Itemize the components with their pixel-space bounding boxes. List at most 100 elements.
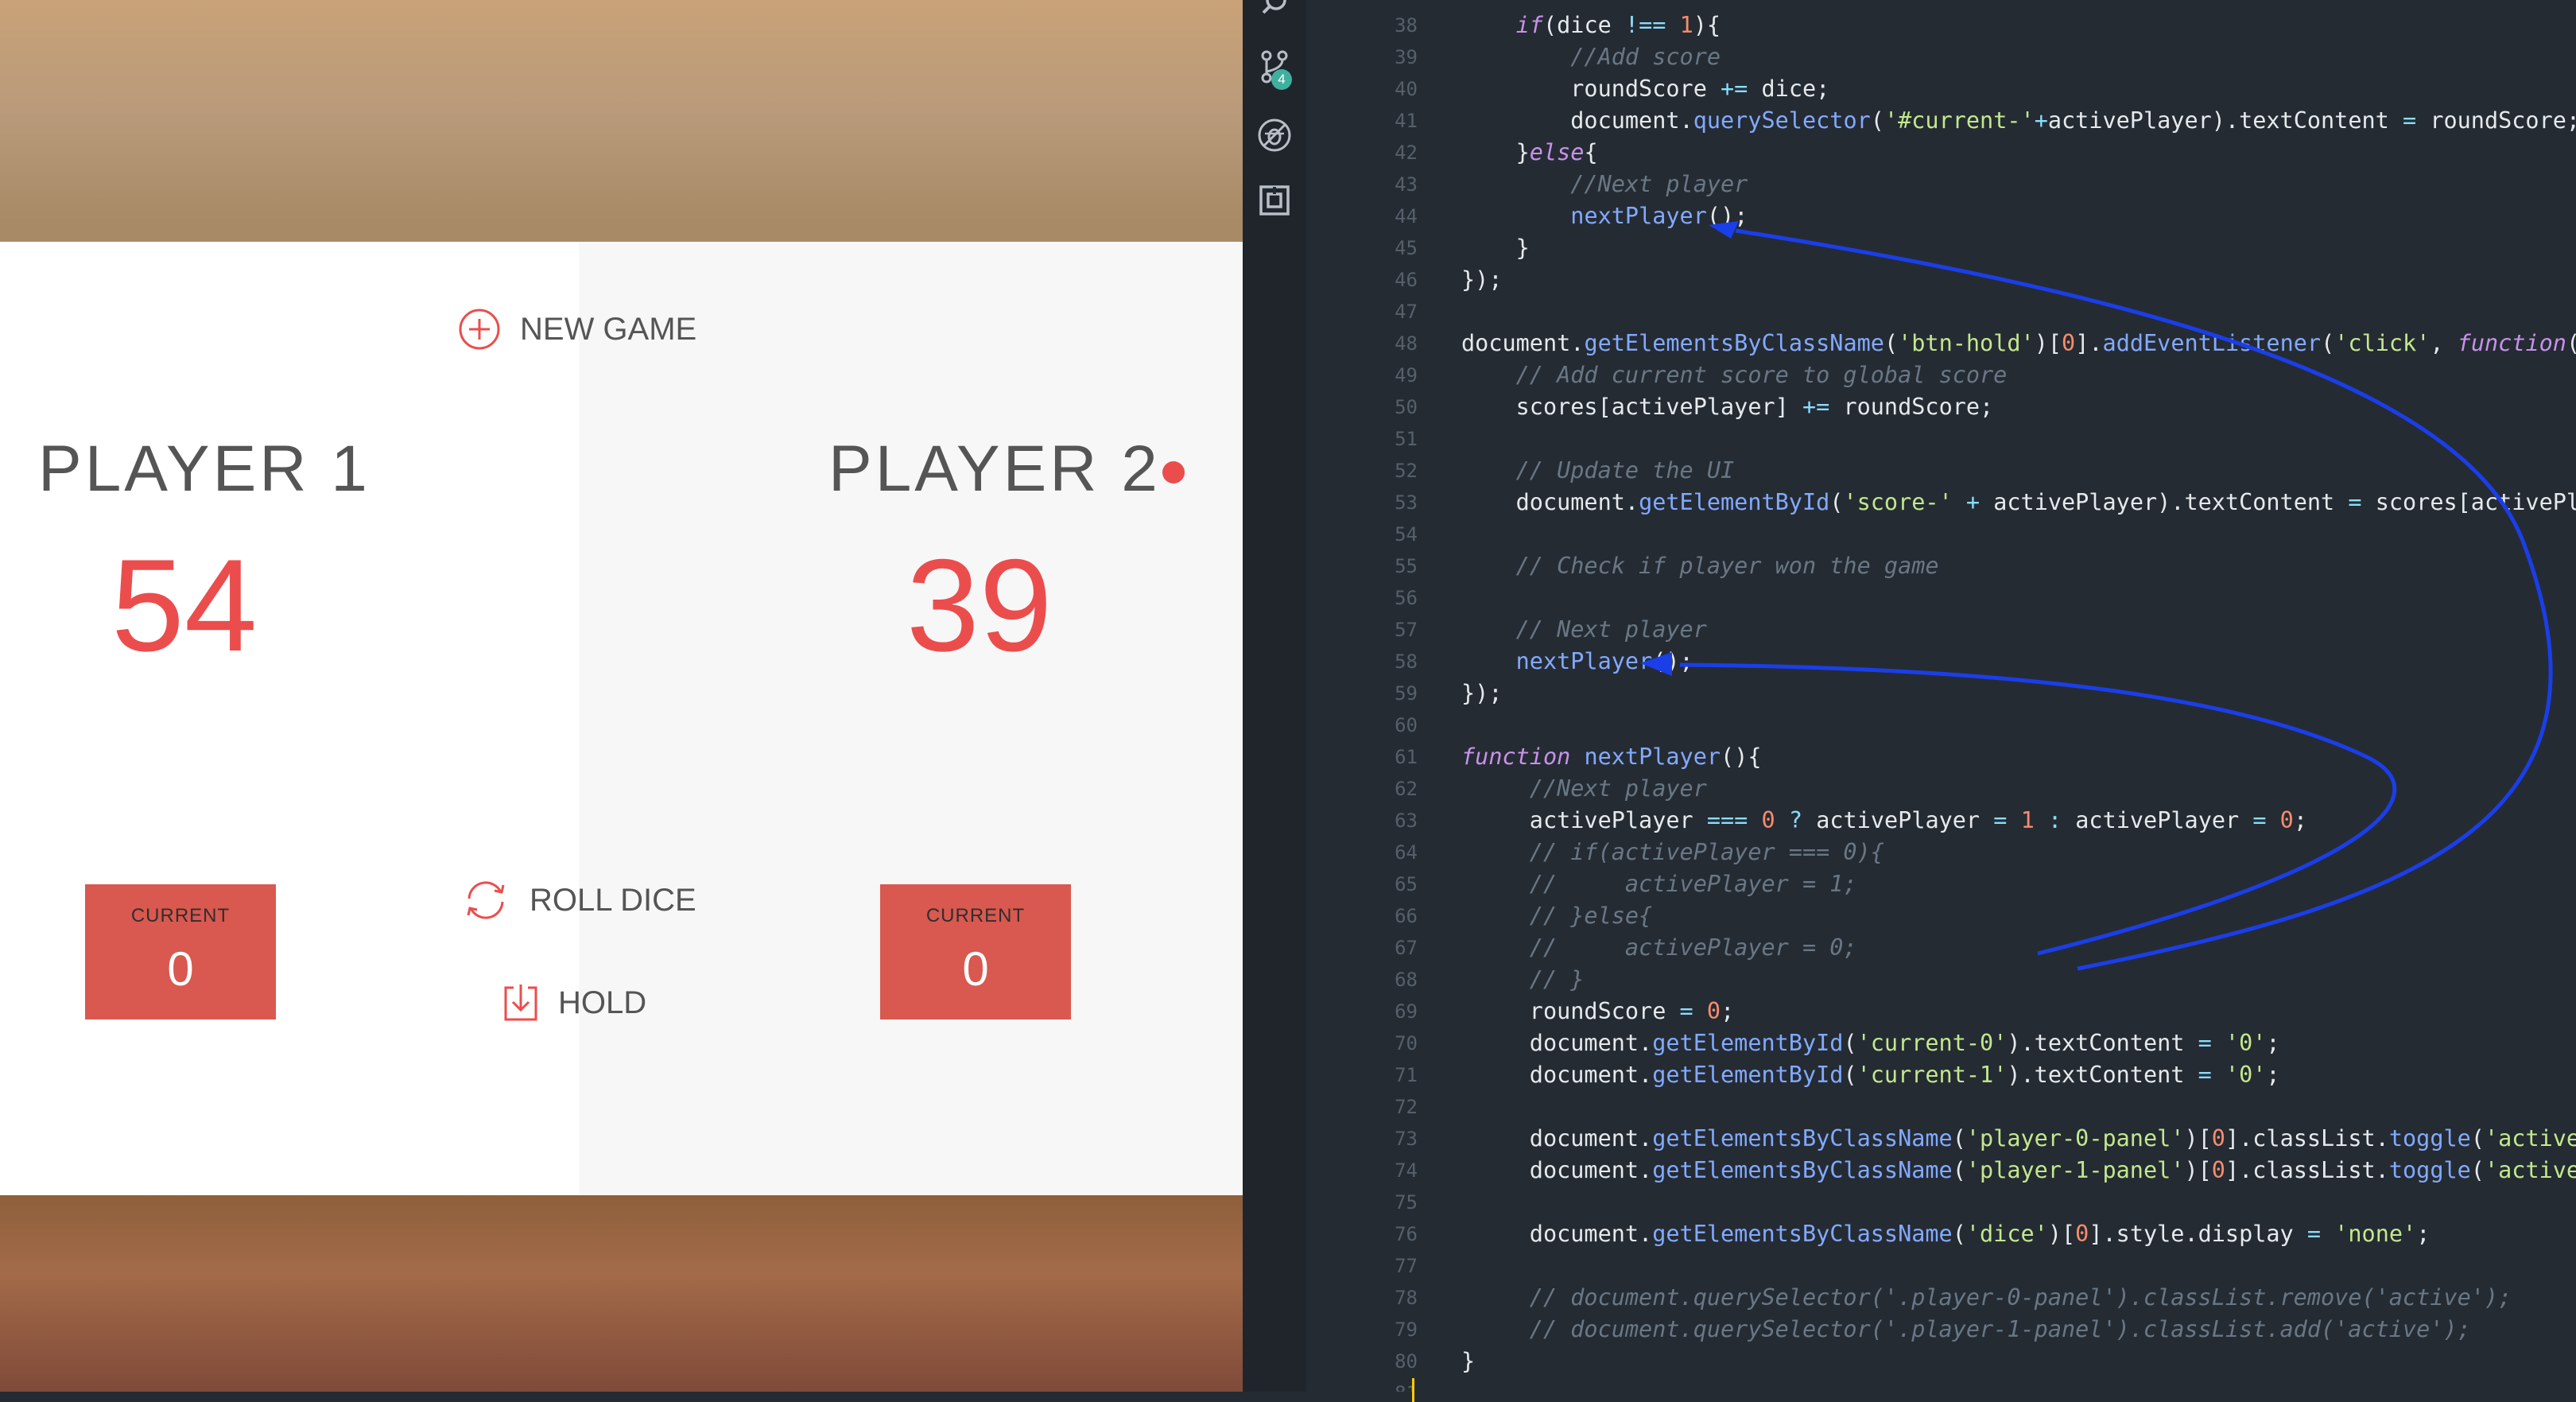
code-editor: 4 38 if(dice !== 1){39 //Add score 40 rou… [1243, 0, 2576, 1402]
player-2-current-label: CURRENT [925, 905, 1026, 926]
code-line[interactable]: 75 [1306, 1186, 2576, 1218]
code-line[interactable]: 51 [1306, 423, 2576, 455]
code-line[interactable]: 66 // }else{ [1306, 900, 2576, 932]
code-line[interactable]: 68 // } [1306, 964, 2576, 996]
code-text: document.getElementsByClassName('btn-hol… [1461, 330, 2576, 356]
line-number: 66 [1395, 905, 1418, 927]
line-number: 67 [1395, 937, 1418, 959]
hold-label: HOLD [558, 985, 647, 1020]
line-number: 43 [1395, 173, 1418, 196]
line-number: 51 [1395, 428, 1418, 450]
code-text: activePlayer === 0 ? activePlayer = 1 : … [1461, 807, 2308, 833]
code-line[interactable]: 78 // document.querySelector('.player-0-… [1306, 1282, 2576, 1314]
line-number: 45 [1395, 237, 1418, 259]
code-text: scores[activePlayer] += roundScore; [1461, 394, 1994, 420]
code-line[interactable]: 40 roundScore += dice; [1306, 73, 2576, 105]
player-1-current-score: 0 [167, 942, 194, 996]
code-line[interactable]: 79 // document.querySelector('.player-1-… [1306, 1314, 2576, 1346]
code-line[interactable]: 71 document.getElementById('current-1').… [1306, 1059, 2576, 1091]
line-number: 54 [1395, 523, 1418, 546]
player-2-panel-background [579, 242, 1243, 1195]
code-line[interactable]: 39 //Add score [1306, 41, 2576, 73]
code-line[interactable]: 61 function nextPlayer(){ [1306, 741, 2576, 773]
line-number: 46 [1395, 269, 1418, 291]
code-line[interactable]: 58 nextPlayer(); [1306, 646, 2576, 678]
code-line[interactable]: 42 }else{ [1306, 137, 2576, 169]
line-number: 59 [1395, 682, 1418, 705]
line-number: 73 [1395, 1128, 1418, 1150]
refresh-icon [467, 881, 505, 919]
debug-icon[interactable] [1257, 118, 1292, 153]
hold-button[interactable]: HOLD [502, 983, 646, 1023]
code-line[interactable]: 81 [1306, 1377, 2576, 1392]
code-line[interactable]: 62 //Next player [1306, 773, 2576, 805]
code-text: // document.querySelector('.player-1-pan… [1461, 1316, 2471, 1342]
code-line[interactable]: 67 // activePlayer = 0; [1306, 932, 2576, 964]
line-number: 47 [1395, 301, 1418, 323]
code-text: }); [1461, 680, 1503, 706]
game-window: NEW GAME PLAYER 1 54 PLAYER 2 39 CURRENT… [0, 0, 1243, 1392]
line-number: 80 [1395, 1350, 1418, 1373]
code-line[interactable]: 50 scores[activePlayer] += roundScore; [1306, 391, 2576, 423]
code-text: nextPlayer(); [1570, 203, 1748, 229]
line-number: 78 [1395, 1287, 1418, 1309]
code-line[interactable]: 43 //Next player [1306, 169, 2576, 200]
code-line[interactable]: 73 document.getElementsByClassName('play… [1306, 1123, 2576, 1155]
roll-dice-button[interactable]: ROLL DICE [461, 878, 696, 922]
download-icon [504, 985, 537, 1021]
code-text: function nextPlayer(){ [1461, 744, 1762, 770]
line-number: 72 [1395, 1096, 1418, 1118]
code-line[interactable]: 41 document.querySelector('#current-'+ac… [1306, 105, 2576, 137]
line-number: 38 [1395, 14, 1418, 37]
line-number: 71 [1395, 1064, 1418, 1086]
code-line[interactable]: 52 // Update the UI [1306, 455, 2576, 487]
code-text: roundScore += dice; [1461, 76, 1830, 102]
code-text: document.querySelector('#current-'+activ… [1461, 107, 2576, 134]
line-number: 41 [1395, 110, 1418, 132]
new-game-button[interactable]: NEW GAME [458, 308, 696, 351]
code-line[interactable]: 56 [1306, 582, 2576, 614]
code-line[interactable]: 47 [1306, 296, 2576, 328]
line-number: 65 [1395, 873, 1418, 895]
code-line[interactable]: 49 // Add current score to global score [1306, 359, 2576, 391]
code-line[interactable]: 77 [1306, 1250, 2576, 1282]
line-number: 49 [1395, 364, 1418, 386]
code-line[interactable]: 74 document.getElementsByClassName('play… [1306, 1155, 2576, 1186]
extensions-icon[interactable] [1257, 183, 1292, 218]
code-line[interactable]: 55 // Check if player won the game [1306, 550, 2576, 582]
line-number: 42 [1395, 142, 1418, 164]
code-line[interactable]: 80} [1306, 1346, 2576, 1377]
code-line[interactable]: 38 if(dice !== 1){ [1306, 10, 2576, 41]
code-line[interactable]: 45 } [1306, 232, 2576, 264]
code-line[interactable]: 72 [1306, 1091, 2576, 1123]
code-line[interactable]: 48 document.getElementsByClassName('btn-h… [1306, 328, 2576, 359]
code-line[interactable]: 57 // Next player [1306, 614, 2576, 646]
line-number: 64 [1395, 841, 1418, 864]
code-line[interactable]: 76 document.getElementsByClassName('dice… [1306, 1218, 2576, 1250]
code-line[interactable]: 59}); [1306, 678, 2576, 709]
line-number: 52 [1395, 460, 1418, 482]
code-line[interactable]: 54 [1306, 518, 2576, 550]
code-text: //Next player [1461, 775, 1707, 802]
code-area[interactable]: 38 if(dice !== 1){39 //Add score 40 round… [1306, 0, 2576, 1392]
plus-circle-icon [459, 309, 500, 350]
line-number: 55 [1395, 555, 1418, 577]
code-text: // Update the UI [1461, 457, 1735, 484]
player-1-name: PLAYER 1 [38, 433, 370, 505]
code-line[interactable]: 60 [1306, 709, 2576, 741]
code-line[interactable]: 70 document.getElementById('current-0').… [1306, 1027, 2576, 1059]
game-panel: NEW GAME PLAYER 1 54 PLAYER 2 39 CURRENT… [0, 242, 1243, 1195]
code-line[interactable]: 53 document.getElementById('score-' + ac… [1306, 487, 2576, 518]
search-icon[interactable] [1257, 0, 1292, 24]
code-text: // document.querySelector('.player-0-pan… [1461, 1284, 2512, 1311]
line-number: 69 [1395, 1000, 1418, 1023]
code-line[interactable]: 65 // activePlayer = 1; [1306, 868, 2576, 900]
code-line[interactable]: 63 activePlayer === 0 ? activePlayer = 1… [1306, 805, 2576, 837]
player-1-score: 54 [111, 532, 258, 678]
code-line[interactable]: 46}); [1306, 264, 2576, 296]
code-line[interactable]: 44 nextPlayer(); [1306, 200, 2576, 232]
code-text: document.getElementById('current-1').tex… [1461, 1062, 2280, 1088]
code-line[interactable]: 69 roundScore = 0; [1306, 996, 2576, 1027]
line-number: 70 [1395, 1032, 1418, 1054]
code-line[interactable]: 64 // if(activePlayer === 0){ [1306, 837, 2576, 868]
